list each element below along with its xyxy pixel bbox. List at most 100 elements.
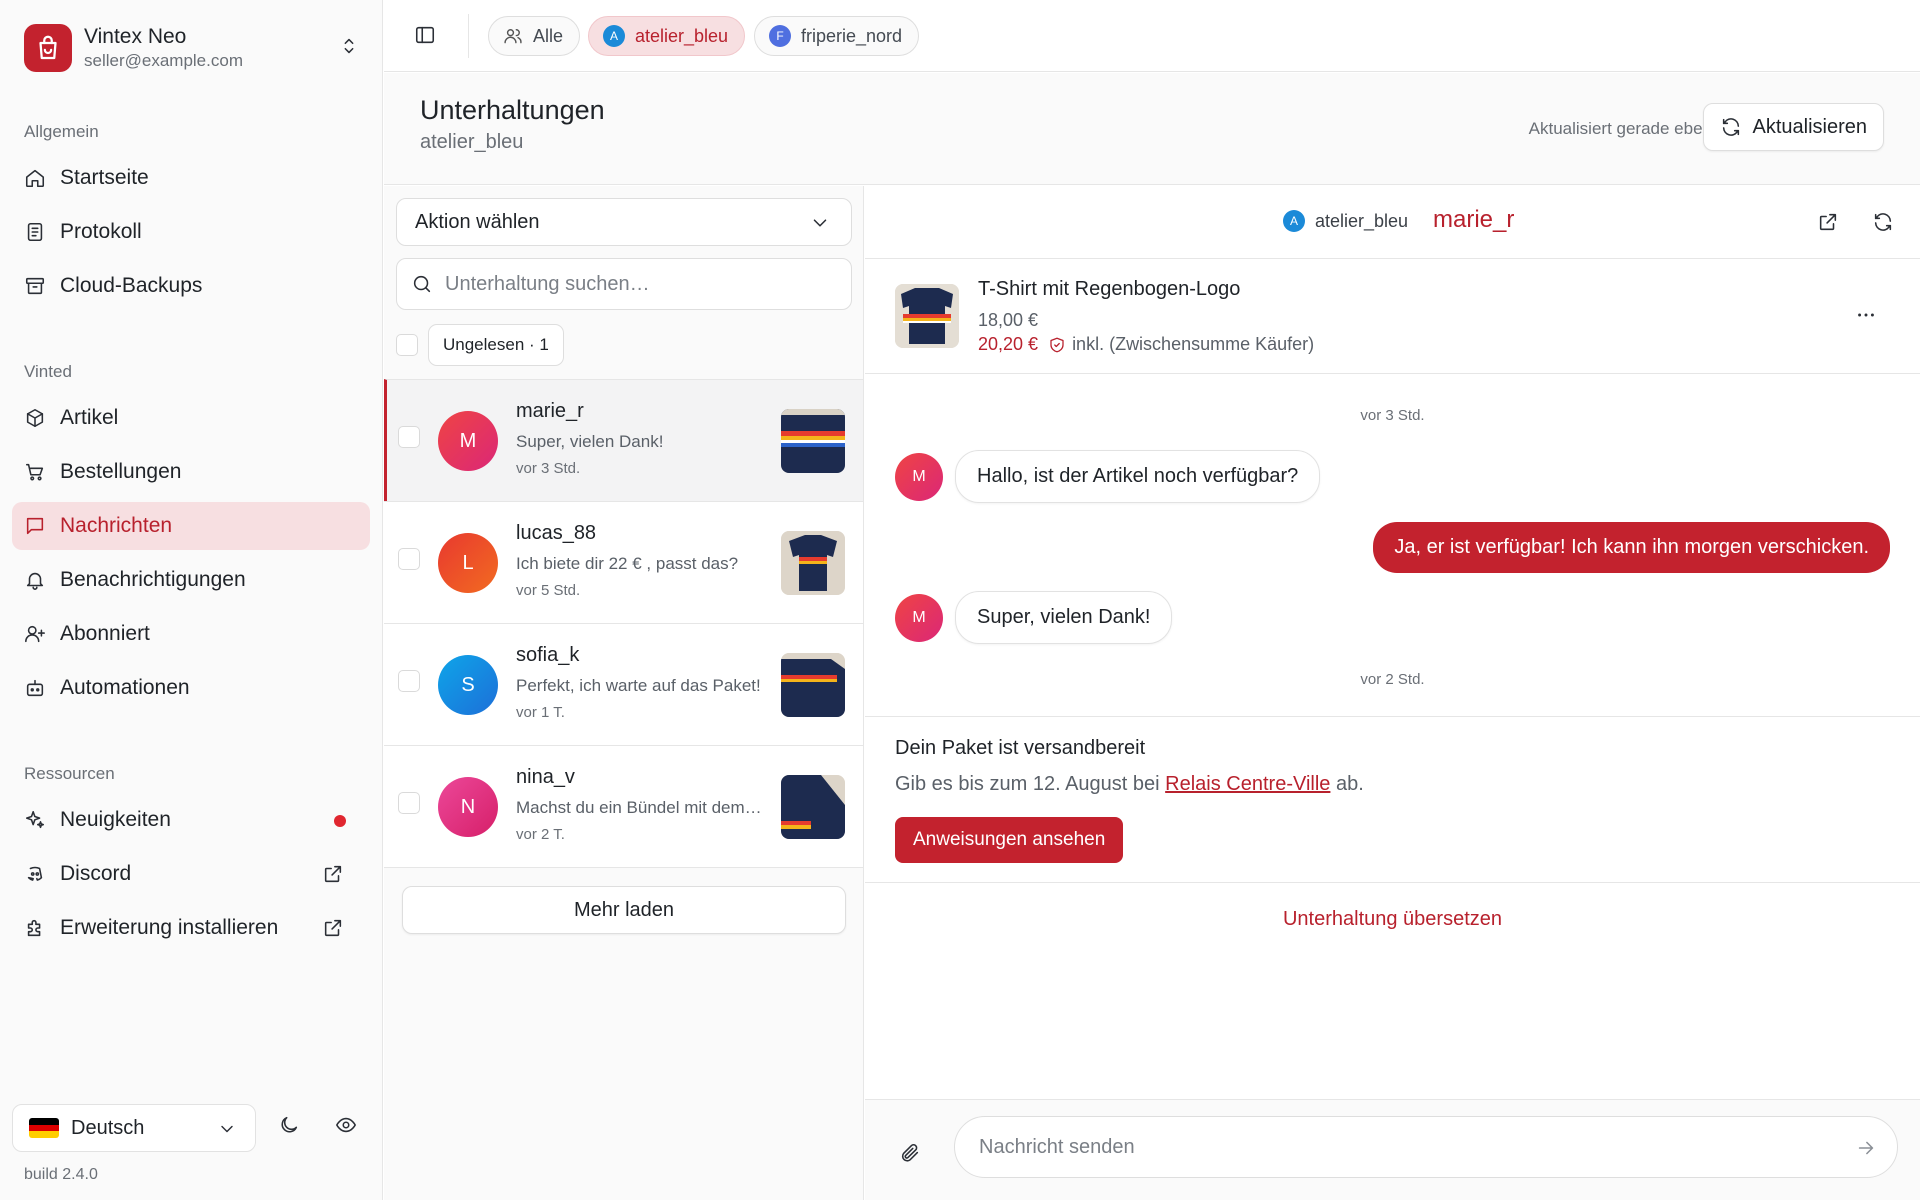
divider — [384, 867, 863, 868]
bulk-action-select[interactable]: Aktion wählen — [396, 198, 852, 246]
translate-conversation-link[interactable]: Unterhaltung übersetzen — [865, 908, 1920, 931]
sidebar-item-articles[interactable]: Artikel — [12, 394, 370, 442]
sidebar-item-messages[interactable]: Nachrichten — [12, 502, 370, 550]
message-input[interactable]: Nachricht senden — [954, 1116, 1898, 1178]
sidebar-item-label: Erweiterung installieren — [60, 916, 279, 939]
puzzle-icon — [27, 919, 41, 937]
account-chip-friperie-nord[interactable]: F friperie_nord — [754, 16, 920, 56]
conversation-time: vor 5 Std. — [516, 582, 581, 599]
product-title[interactable]: T-Shirt mit Regenbogen-Logo — [978, 278, 1240, 301]
unread-filter[interactable]: Ungelesen · 1 — [428, 324, 564, 366]
shipping-text: Gib es bis zum 12. August bei Relais Cen… — [895, 773, 1364, 796]
language-label: Deutsch — [71, 1116, 145, 1139]
paperclip-icon — [901, 1144, 919, 1162]
sidebar-item-discord[interactable]: Discord — [12, 850, 370, 898]
section-label-general: Allgemein — [24, 122, 99, 141]
conversation-checkbox[interactable] — [398, 548, 420, 570]
visibility-toggle[interactable] — [335, 1114, 357, 1136]
shopping-bag-logo-icon — [24, 24, 72, 72]
sidebar-item-automations[interactable]: Automationen — [12, 664, 370, 712]
home-icon — [25, 169, 45, 188]
avatar: A — [1283, 210, 1305, 232]
refresh-button[interactable]: Aktualisieren — [1703, 103, 1884, 151]
chat-user-name[interactable]: marie_r — [1433, 206, 1514, 234]
conversation-preview: Machst du ein Bündel mit dem anderen? — [516, 798, 766, 817]
sidebar-item-news[interactable]: Neuigkeiten — [12, 796, 370, 844]
product-thumbnail — [781, 775, 845, 839]
conversation-item[interactable]: L lucas_88 Ich biete dir 22 € , passt da… — [384, 501, 863, 623]
toggle-sidebar-button[interactable] — [414, 24, 436, 46]
sidebar-item-label: Bestellungen — [60, 460, 182, 483]
conversation-item[interactable]: S sofia_k Perfekt, ich warte auf das Pak… — [384, 623, 863, 745]
top-bar: Alle A atelier_bleu F friperie_nord — [384, 0, 1920, 72]
conversation-checkbox[interactable] — [398, 670, 420, 692]
chip-label: atelier_bleu — [635, 25, 729, 46]
more-horizontal-icon — [1858, 313, 1874, 317]
chat-panel: A atelier_bleu marie_r T-Shirt mit Regen… — [865, 186, 1920, 1200]
sync-conversation-button[interactable] — [1872, 211, 1894, 233]
chevron-down-icon — [217, 1119, 237, 1139]
sidebar-item-log[interactable]: Protokoll — [12, 208, 370, 256]
conversation-search-input[interactable]: Unterhaltung suchen… — [396, 258, 852, 310]
conversation-list-panel: Aktion wählen Unterhaltung suchen… Ungel… — [384, 186, 864, 1200]
account-chip-all[interactable]: Alle — [488, 16, 581, 56]
chip-label: friperie_nord — [801, 25, 903, 46]
chevron-down-icon — [813, 219, 827, 227]
page-subtitle: atelier_bleu — [420, 131, 524, 153]
message-bubble-outgoing: Ja, er ist verfügbar! Ich kann ihn morge… — [1373, 522, 1890, 573]
sidebar-item-cloud-backups[interactable]: Cloud-Backups — [12, 262, 370, 310]
external-link-icon — [322, 917, 358, 939]
sidebar-item-label: Protokoll — [60, 220, 142, 243]
pickup-point-link[interactable]: Relais Centre-Ville — [1165, 773, 1330, 795]
select-all-checkbox[interactable] — [396, 334, 418, 356]
conversation-item[interactable]: N nina_v Machst du ein Bündel mit dem an… — [384, 745, 863, 867]
sidebar-item-label: Cloud-Backups — [60, 274, 203, 297]
message-bubble-incoming: Super, vielen Dank! — [955, 591, 1173, 644]
attach-button[interactable] — [899, 1142, 921, 1164]
page-header: Unterhaltungen atelier_bleu Aktualisiert… — [384, 73, 1920, 185]
account-email: seller@example.com — [84, 51, 243, 70]
log-icon — [27, 222, 43, 242]
send-button[interactable] — [1855, 1137, 1877, 1159]
conversation-preview: Perfekt, ich warte auf das Paket! — [516, 676, 761, 695]
view-instructions-button[interactable]: Anweisungen ansehen — [895, 817, 1124, 863]
message-timestamp: vor 2 Std. — [1360, 671, 1425, 688]
moon-icon — [281, 1116, 298, 1133]
arrow-right-icon — [1858, 1141, 1874, 1155]
sidebar-item-orders[interactable]: Bestellungen — [12, 448, 370, 496]
sidebar-panel-icon — [415, 26, 435, 44]
sidebar-item-subscribed[interactable]: Abonniert — [12, 610, 370, 658]
sidebar-item-notifications[interactable]: Benachrichtigungen — [12, 556, 370, 604]
avatar: M — [895, 593, 943, 642]
account-chip-atelier-bleu[interactable]: A atelier_bleu — [588, 16, 746, 56]
conversation-name: sofia_k — [516, 644, 580, 666]
account-switcher[interactable]: Vintex Neo seller@example.com — [24, 22, 364, 74]
conversation-item[interactable]: M marie_r Super, vielen Dank! vor 3 Std. — [384, 379, 863, 501]
dark-mode-toggle[interactable] — [278, 1114, 300, 1136]
chat-account-name: atelier_bleu — [1315, 210, 1409, 231]
product-price: 18,00 € — [978, 310, 1039, 330]
sidebar-item-install-extension[interactable]: Erweiterung installieren — [12, 904, 370, 952]
refresh-icon — [1723, 118, 1740, 136]
sidebar-item-label: Discord — [60, 862, 132, 885]
message-row: M Hallo, ist der Artikel noch verfügbar? — [895, 450, 1321, 503]
refresh-label: Aktualisieren — [1752, 115, 1867, 138]
divider — [468, 14, 469, 58]
conversation-name: marie_r — [516, 400, 584, 422]
sidebar-item-label: Abonniert — [60, 622, 150, 645]
language-select[interactable]: Deutsch — [12, 1104, 256, 1152]
conversation-checkbox[interactable] — [398, 426, 420, 448]
conversation-checkbox[interactable] — [398, 792, 420, 814]
product-more-button[interactable] — [1855, 304, 1877, 326]
open-external-button[interactable] — [1817, 211, 1839, 233]
sidebar-item-home[interactable]: Startseite — [12, 154, 370, 202]
sparkles-icon — [25, 810, 45, 829]
last-updated-text: Aktualisiert gerade eben — [1528, 119, 1712, 138]
avatar: M — [895, 452, 943, 501]
product-thumbnail — [781, 653, 845, 717]
external-link-icon — [1819, 213, 1837, 231]
account-name: Vintex Neo — [84, 25, 187, 48]
load-more-button[interactable]: Mehr laden — [402, 886, 846, 934]
conversation-time: vor 1 T. — [516, 704, 565, 721]
eye-icon — [336, 1117, 356, 1133]
